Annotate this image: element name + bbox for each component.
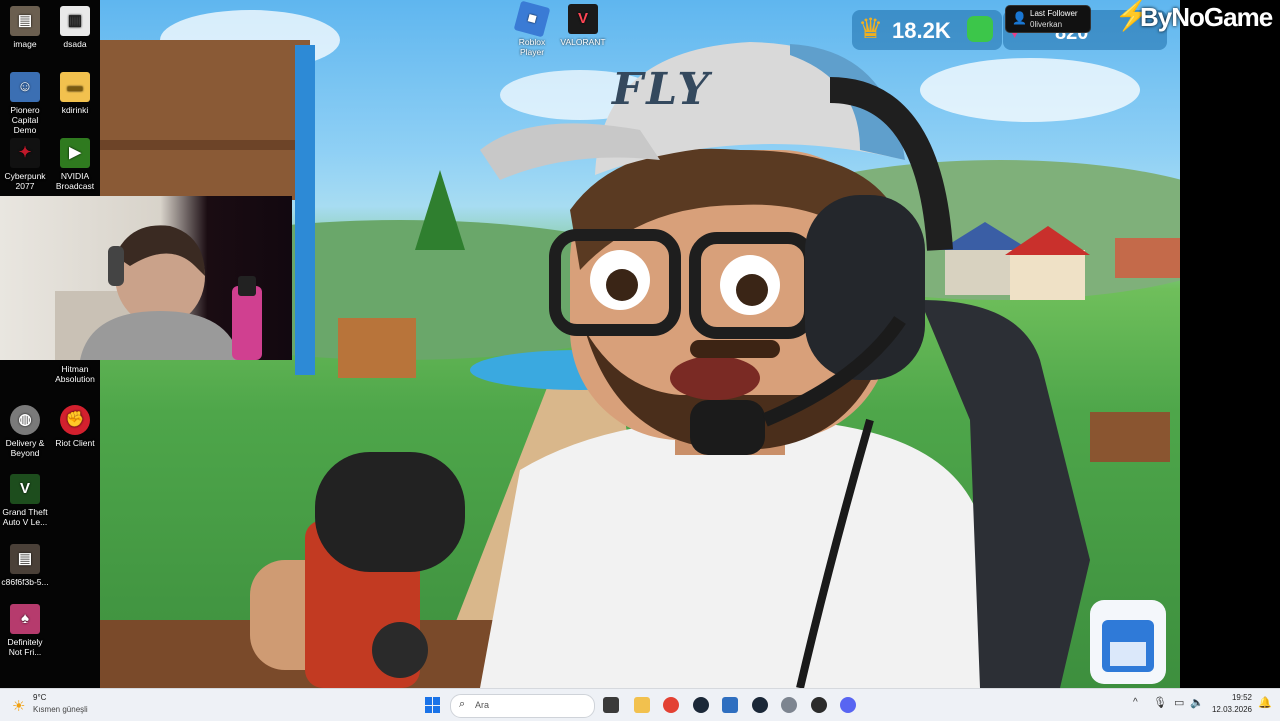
weather-icon: ☀: [12, 698, 26, 715]
clock-date[interactable]: 12.03.2026: [1206, 705, 1252, 714]
webcam-feed: [0, 196, 292, 360]
desktop-icon-definitely-not[interactable]: ♠ Definitely Not Fri...: [0, 604, 50, 657]
desktop-icon-label: NVIDIA Broadcast: [55, 171, 95, 191]
chevron-up-icon[interactable]: ^: [1133, 697, 1138, 708]
network-icon[interactable]: ▭: [1174, 696, 1184, 709]
windows-start-button[interactable]: [425, 697, 441, 713]
desktop-icon-valorant[interactable]: V VALORANT: [559, 4, 607, 47]
last-follower-title: Last Follower: [1030, 9, 1078, 18]
steam-icon[interactable]: [693, 697, 709, 713]
game-icon: ♠: [10, 604, 40, 634]
steam-icon-2[interactable]: [752, 697, 768, 713]
settings-gear-icon[interactable]: [781, 697, 797, 713]
desktop-icon-c86f[interactable]: ▤ c86f6f3b-5...: [0, 544, 50, 587]
nvidia-icon: ▶: [60, 138, 90, 168]
last-follower-panel: 👤 Last Follower 0liverkan: [1005, 5, 1091, 33]
microphone-icon[interactable]: 🎙: [1153, 696, 1167, 709]
image-thumbnail-icon: ▤: [10, 544, 40, 574]
desktop-icon-dsada[interactable]: ▥ dsada: [50, 6, 100, 49]
cyberpunk-icon: ✦: [10, 138, 40, 168]
trophy-icon: ♛: [858, 13, 884, 44]
riot-icon: ✊: [60, 405, 90, 435]
globe-icon: ◍: [10, 405, 40, 435]
desktop-icon-nvidia-broadcast[interactable]: ▶ NVIDIA Broadcast: [50, 138, 100, 191]
obs-icon[interactable]: [811, 697, 827, 713]
desktop-icon-hitman[interactable]: Hitman Absolution: [50, 364, 100, 384]
taskbar-search[interactable]: ⌕ Ara: [450, 694, 595, 718]
desktop-icon-pionero[interactable]: ☺ Pionero Capital Demo: [0, 72, 50, 135]
watermark-text: ByNoGame: [1140, 2, 1273, 32]
cap-text: FLY: [612, 64, 712, 115]
store-icon[interactable]: [722, 697, 738, 713]
weather-temp[interactable]: 9°C: [33, 693, 46, 702]
desktop-icon-label: Roblox Player: [518, 37, 546, 57]
desktop-icon-label: Cyberpunk 2077: [4, 171, 46, 191]
desktop-icon-label: kdirinki: [61, 105, 89, 115]
document-icon: ▥: [60, 6, 90, 36]
desktop-icon-label: c86f6f3b-5...: [1, 577, 49, 587]
webcam-image: [55, 225, 262, 360]
desktop-icon-kdirinki[interactable]: ▬ kdirinki: [50, 72, 100, 115]
desktop-icon-label: Delivery & Beyond: [5, 438, 45, 458]
desktop-icon-riot-client[interactable]: ✊ Riot Client: [50, 405, 100, 448]
search-placeholder: Ara: [475, 700, 490, 710]
chrome-icon[interactable]: [663, 697, 679, 713]
desktop-icon-label: Riot Client: [55, 438, 95, 448]
discord-icon[interactable]: [840, 697, 856, 713]
green-blob-icon: [967, 16, 993, 42]
notification-bell-icon[interactable]: 🔔: [1258, 696, 1272, 709]
taskbar: ☀ 9°C Kısmen güneşli ⌕ Ara ^ 🎙 ▭ 🔈 19:52…: [0, 688, 1280, 721]
gta-icon: V: [10, 474, 40, 504]
desktop-icon-label: image: [13, 39, 37, 49]
desktop-icon-label: VALORANT: [560, 37, 606, 47]
volume-icon[interactable]: 🔈: [1190, 696, 1204, 709]
trophy-count: 18.2K: [892, 18, 951, 43]
last-follower-name: 0liverkan: [1030, 20, 1063, 29]
desktop-icon-label: Hitman Absolution: [55, 364, 95, 384]
image-thumbnail-icon: ▤: [10, 6, 40, 36]
watermark: ⚡ ByNoGame: [1112, 0, 1280, 34]
desktop-icon-label: dsada: [63, 39, 87, 49]
file-explorer-icon[interactable]: [634, 697, 650, 713]
desktop-icon-gta[interactable]: V Grand Theft Auto V Le...: [0, 474, 50, 527]
desktop-icon-cyberpunk[interactable]: ✦ Cyberpunk 2077: [0, 138, 50, 191]
desktop-icon-delivery[interactable]: ◍ Delivery & Beyond: [0, 405, 50, 458]
search-icon: ⌕: [459, 698, 466, 710]
desktop-icon-label: Definitely Not Fri...: [7, 637, 43, 657]
folder-icon: ▬: [60, 72, 90, 102]
trophy-counter: ♛ 18.2K: [852, 10, 1002, 50]
app-avatar-icon: ☺: [10, 72, 40, 102]
desktop-icon-label: Pionero Capital Demo: [10, 105, 40, 135]
weather-desc[interactable]: Kısmen güneşli: [33, 705, 88, 714]
desktop-icon-label: Grand Theft Auto V Le...: [2, 507, 48, 527]
user-icon: 👤: [1012, 11, 1027, 25]
desktop-icon-roblox[interactable]: ■ Roblox Player: [507, 0, 557, 57]
clock-time[interactable]: 19:52: [1212, 693, 1252, 702]
right-bar: [1180, 0, 1280, 688]
roblox-icon: ■: [513, 0, 551, 38]
valorant-icon: V: [568, 4, 598, 34]
task-view-icon[interactable]: [603, 697, 619, 713]
desktop-icon-image[interactable]: ▤ image: [0, 6, 50, 49]
